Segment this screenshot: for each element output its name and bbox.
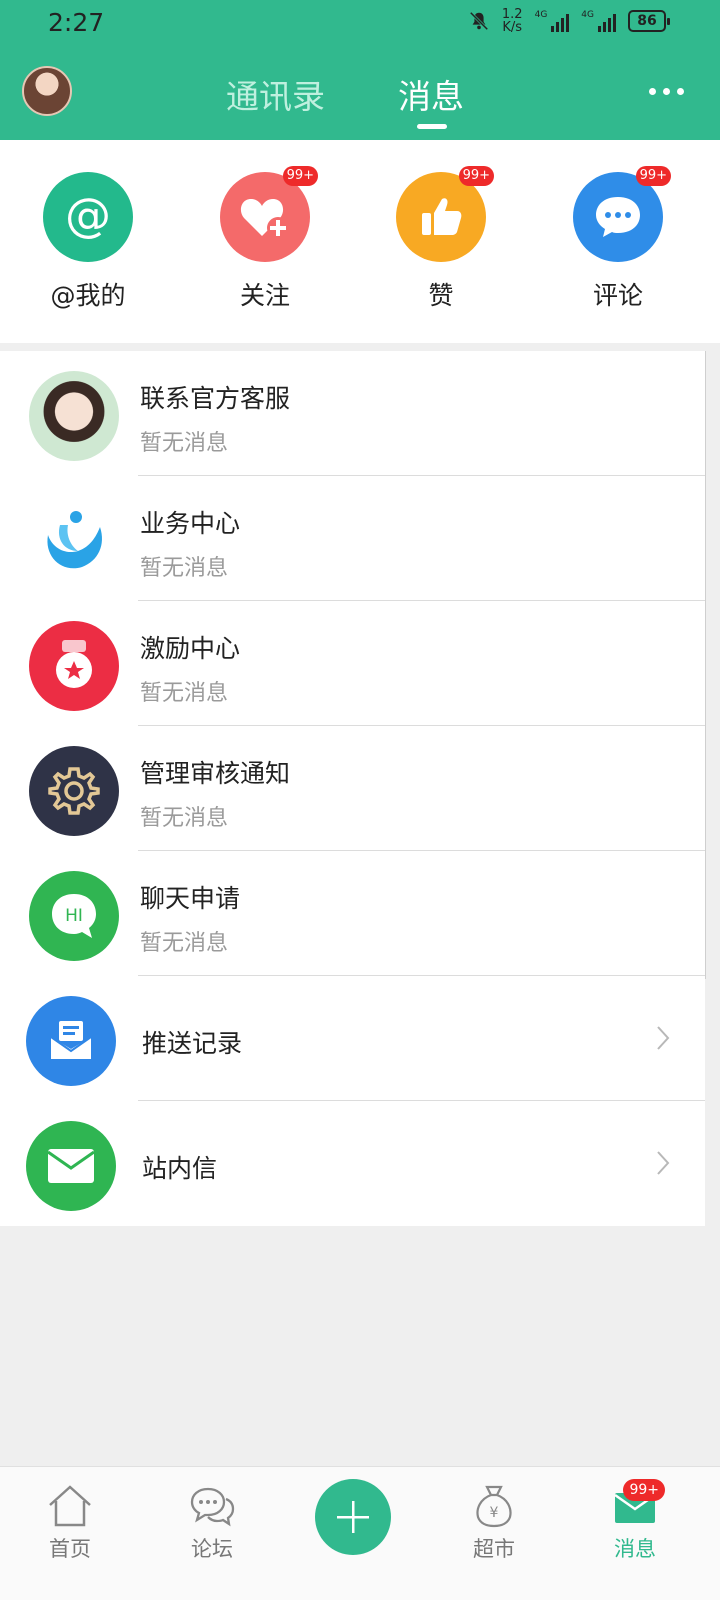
status-bar: 2:27 1.2 K/s 4G 4G 86 <box>0 0 720 46</box>
more-options-icon[interactable] <box>649 88 684 95</box>
list-edge-divider <box>705 351 706 979</box>
signal-sim2-icon: 4G <box>581 10 616 32</box>
active-tab-indicator <box>417 124 447 129</box>
nav-forum[interactable]: 论坛 <box>167 1483 257 1563</box>
svg-text:HI: HI <box>65 906 83 926</box>
tab-messages[interactable]: 消息 <box>398 70 464 118</box>
push-record-icon <box>26 996 116 1086</box>
list-item-chat-request[interactable]: HI 聊天申请 暂无消息 <box>0 851 705 976</box>
status-icons: 1.2 K/s 4G 4G 86 <box>468 7 670 35</box>
svg-text:¥: ¥ <box>490 1505 499 1521</box>
battery-icon: 86 <box>628 10 670 32</box>
tab-contacts[interactable]: 通讯录 <box>226 70 325 118</box>
envelope-icon: 99+ <box>611 1479 665 1529</box>
business-center-icon <box>29 496 119 586</box>
customer-service-avatar <box>29 371 119 461</box>
nav-home[interactable]: 首页 <box>25 1483 115 1563</box>
list-item-review-notice[interactable]: 管理审核通知 暂无消息 <box>0 726 705 851</box>
category-at-me[interactable]: @ @我的 <box>28 172 148 312</box>
category-comments[interactable]: 99+ 评论 <box>558 166 678 312</box>
money-bag-icon: ¥ <box>470 1483 518 1529</box>
user-avatar[interactable] <box>22 66 72 116</box>
list-item-push-history[interactable]: 推送记录 <box>0 976 705 1101</box>
message-categories: @ @我的 99+ 关注 99+ 赞 99+ 评论 <box>0 140 720 343</box>
signal-sim1-icon: 4G <box>535 10 570 32</box>
comment-icon: 99+ <box>573 166 671 262</box>
list-item-business-center[interactable]: 业务中心 暂无消息 <box>0 476 705 601</box>
list-item-incentive-center[interactable]: 激励中心 暂无消息 <box>0 601 705 726</box>
nav-messages[interactable]: 99+ 消息 <box>590 1479 680 1563</box>
envelope-icon <box>26 1121 116 1211</box>
likes-badge: 99+ <box>458 166 494 186</box>
add-post-button[interactable] <box>315 1479 391 1555</box>
plus-icon <box>337 1501 369 1533</box>
list-item-customer-service[interactable]: 联系官方客服 暂无消息 <box>0 351 705 476</box>
category-follow[interactable]: 99+ 关注 <box>205 166 325 312</box>
heart-plus-icon: 99+ <box>220 166 318 262</box>
at-icon: @ <box>43 172 133 262</box>
chevron-right-icon <box>657 1026 670 1050</box>
chevron-right-icon <box>657 1151 670 1175</box>
status-time: 2:27 <box>48 8 105 37</box>
medal-icon <box>29 621 119 711</box>
mute-bell-icon <box>469 11 489 31</box>
app-header: 2:27 1.2 K/s 4G 4G 86 通讯录 消息 <box>0 0 720 140</box>
category-likes[interactable]: 99+ 赞 <box>381 166 501 312</box>
follow-badge: 99+ <box>282 166 318 186</box>
gear-icon <box>29 746 119 836</box>
list-item-inbox[interactable]: 站内信 <box>0 1101 705 1226</box>
comments-badge: 99+ <box>635 166 671 186</box>
thumbs-up-icon: 99+ <box>396 166 494 262</box>
messages-badge: 99+ <box>623 1479 665 1501</box>
svg-text:@: @ <box>65 189 111 242</box>
chat-hi-icon: HI <box>29 871 119 961</box>
bottom-navigation: 首页 论坛 ¥ 超市 99+ 消息 <box>0 1466 720 1600</box>
chat-bubble-icon <box>188 1483 236 1529</box>
nav-market[interactable]: ¥ 超市 <box>449 1483 539 1563</box>
message-list: 联系官方客服 暂无消息 业务中心 暂无消息 激励中心 暂无消息 管理审核通知 暂… <box>0 351 705 1226</box>
network-speed: 1.2 K/s <box>501 7 523 35</box>
home-icon <box>46 1483 94 1529</box>
